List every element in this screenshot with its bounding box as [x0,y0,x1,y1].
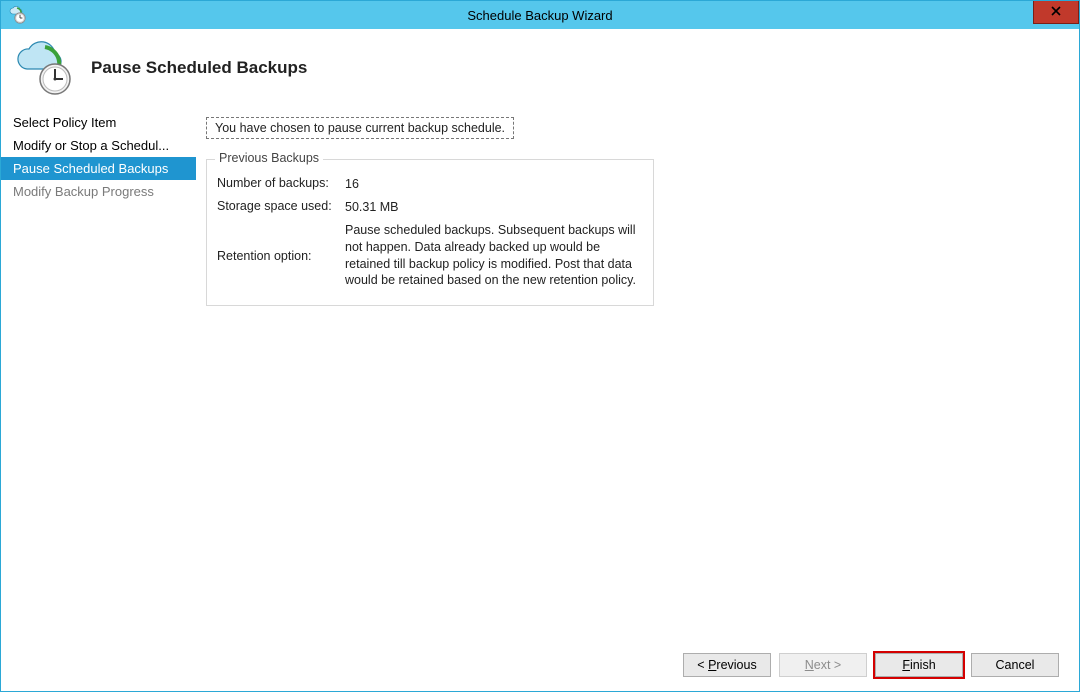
confirmation-message: You have chosen to pause current backup … [206,117,514,139]
close-icon [1051,5,1061,19]
row-storage-space-used: Storage space used: 50.31 MB [217,199,643,216]
label-retention-option: Retention option: [217,249,345,263]
sidebar-item-label: Pause Scheduled Backups [13,161,168,176]
value-storage-space-used: 50.31 MB [345,199,643,216]
close-button[interactable] [1033,1,1079,24]
cancel-button[interactable]: Cancel [971,653,1059,677]
previous-backups-group: Previous Backups Number of backups: 16 S… [206,159,654,306]
label-number-of-backups: Number of backups: [217,176,345,193]
window-title: Schedule Backup Wizard [1,8,1079,23]
step-pause-scheduled-backups[interactable]: Pause Scheduled Backups [1,157,196,180]
page-title: Pause Scheduled Backups [91,58,307,78]
wizard-header: Pause Scheduled Backups [1,29,1079,107]
value-number-of-backups: 16 [345,176,643,193]
wizard-main-panel: You have chosen to pause current backup … [196,107,1079,691]
wizard-steps-sidebar: Select Policy Item Modify or Stop a Sche… [1,107,196,691]
button-label: Finish [902,658,935,672]
sidebar-item-label: Modify or Stop a Schedul... [13,138,169,153]
label-storage-space-used: Storage space used: [217,199,345,216]
row-number-of-backups: Number of backups: 16 [217,176,643,193]
titlebar: Schedule Backup Wizard [1,1,1079,29]
step-select-policy-item[interactable]: Select Policy Item [1,111,196,134]
group-title: Previous Backups [215,151,323,165]
button-label: Cancel [996,658,1035,672]
button-label: Next > [805,658,841,672]
row-retention-option: Retention option: Pause scheduled backup… [217,222,643,290]
wizard-body: Select Policy Item Modify or Stop a Sche… [1,107,1079,691]
app-icon [7,5,27,25]
wizard-button-bar: < Previous Next > Finish Cancel [683,653,1059,677]
finish-button[interactable]: Finish [875,653,963,677]
wizard-window: Schedule Backup Wizard Pau [0,0,1080,692]
sidebar-item-label: Modify Backup Progress [13,184,154,199]
sidebar-item-label: Select Policy Item [13,115,116,130]
wizard-header-icon [11,41,75,95]
button-label: < Previous [697,658,756,672]
next-button: Next > [779,653,867,677]
step-modify-backup-progress: Modify Backup Progress [1,180,196,203]
step-modify-or-stop[interactable]: Modify or Stop a Schedul... [1,134,196,157]
previous-button[interactable]: < Previous [683,653,771,677]
value-retention-option: Pause scheduled backups. Subsequent back… [345,222,643,290]
